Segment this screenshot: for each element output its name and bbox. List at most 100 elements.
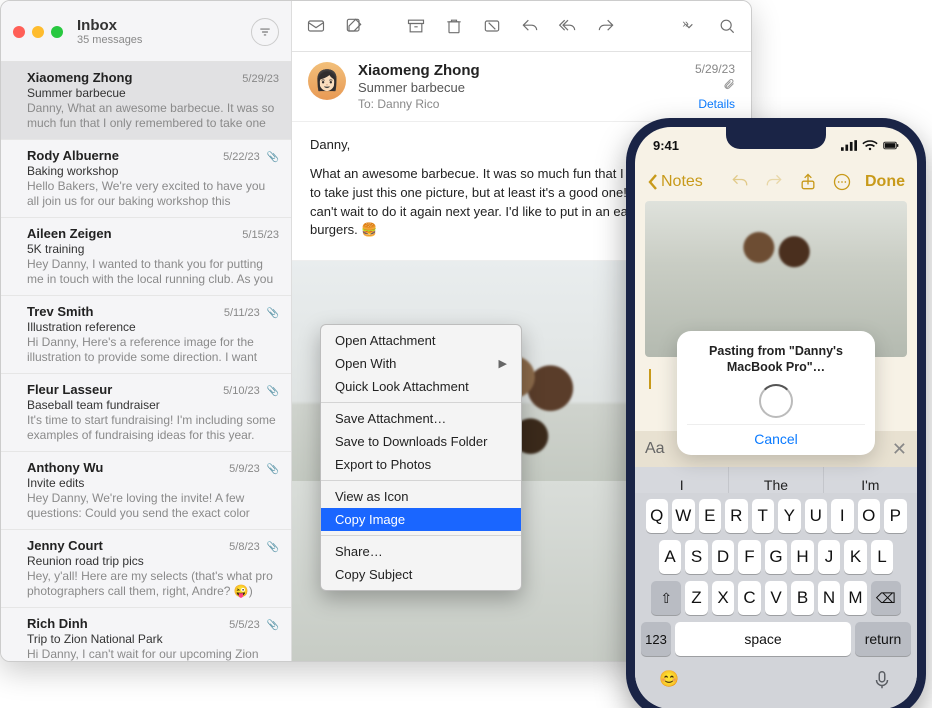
key-f[interactable]: F — [738, 540, 761, 574]
context-item[interactable]: Export to Photos — [321, 453, 521, 476]
message-list-sidebar: Inbox 35 messages Xiaomeng Zhong5/29/23S… — [1, 1, 292, 661]
key-delete[interactable]: ⌫ — [871, 581, 901, 615]
key-w[interactable]: W — [672, 499, 695, 533]
format-close-icon[interactable]: ✕ — [892, 439, 907, 460]
reply-icon[interactable] — [520, 16, 540, 36]
search-icon[interactable] — [717, 16, 737, 36]
message-row[interactable]: Aileen Zeigen5/15/235K trainingHey Danny… — [1, 218, 291, 296]
wifi-icon — [862, 140, 878, 151]
paste-title: Pasting from "Danny's MacBook Pro"… — [687, 343, 865, 376]
reply-all-icon[interactable] — [558, 16, 578, 36]
more-circle-icon[interactable] — [831, 171, 853, 193]
key-i[interactable]: I — [831, 499, 854, 533]
message-row[interactable]: Fleur Lasseur5/10/23 📎Baseball team fund… — [1, 374, 291, 452]
status-time: 9:41 — [653, 138, 679, 153]
filter-icon[interactable] — [251, 18, 279, 46]
envelope-icon[interactable] — [306, 16, 326, 36]
sidebar-header: Inbox 35 messages — [1, 1, 291, 62]
zoom-window-icon[interactable] — [51, 26, 63, 38]
context-item[interactable]: Open With▶ — [321, 352, 521, 375]
key-r[interactable]: R — [725, 499, 748, 533]
share-icon[interactable] — [797, 171, 819, 193]
context-item[interactable]: Copy Subject — [321, 563, 521, 586]
mailbox-subtitle: 35 messages — [77, 34, 251, 46]
dictation-icon[interactable] — [871, 669, 893, 691]
paste-dialog: Pasting from "Danny's MacBook Pro"… Canc… — [677, 331, 875, 455]
message-row[interactable]: Anthony Wu5/9/23 📎Invite editsHey Danny,… — [1, 452, 291, 530]
context-item[interactable]: Save to Downloads Folder — [321, 430, 521, 453]
key-123[interactable]: 123 — [641, 622, 671, 656]
forward-icon[interactable] — [596, 16, 616, 36]
message-row[interactable]: Trev Smith5/11/23 📎Illustration referenc… — [1, 296, 291, 374]
key-o[interactable]: O — [858, 499, 881, 533]
header-to: To: Danny Rico — [358, 97, 683, 111]
notes-toolbar: Notes Done — [635, 163, 917, 201]
key-a[interactable]: A — [659, 540, 682, 574]
mailbox-title: Inbox — [77, 18, 251, 35]
context-item[interactable]: Copy Image — [321, 508, 521, 531]
done-button[interactable]: Done — [865, 173, 905, 191]
key-m[interactable]: M — [844, 581, 867, 615]
header-date: 5/29/23 — [695, 62, 735, 76]
key-v[interactable]: V — [765, 581, 788, 615]
key-k[interactable]: K — [844, 540, 867, 574]
key-b[interactable]: B — [791, 581, 814, 615]
context-item[interactable]: Save Attachment… — [321, 407, 521, 430]
key-j[interactable]: J — [818, 540, 841, 574]
key-shift[interactable]: ⇧ — [651, 581, 681, 615]
context-item[interactable]: Quick Look Attachment — [321, 375, 521, 398]
context-item[interactable]: Share… — [321, 540, 521, 563]
archive-icon[interactable] — [406, 16, 426, 36]
redo-icon[interactable] — [763, 171, 785, 193]
key-p[interactable]: P — [884, 499, 907, 533]
window-controls[interactable] — [13, 26, 63, 38]
undo-icon[interactable] — [729, 171, 751, 193]
message-header: 👩🏻 Xiaomeng Zhong Summer barbecue To: Da… — [292, 52, 751, 122]
message-row[interactable]: Rich Dinh5/5/23 📎Trip to Zion National P… — [1, 608, 291, 661]
avatar: 👩🏻 — [308, 62, 346, 100]
key-return[interactable]: return — [855, 622, 911, 656]
keyboard[interactable]: QWERTYUIOP ASDFGHJKL ⇧ZXCVBNM⌫ 123 space… — [635, 493, 917, 708]
iphone-device: 9:41 Notes Done Pasting from "Danny's Ma… — [626, 118, 926, 708]
paste-cancel-button[interactable]: Cancel — [687, 424, 865, 447]
notch — [726, 127, 826, 149]
key-h[interactable]: H — [791, 540, 814, 574]
message-row[interactable]: Jenny Court5/8/23 📎Reunion road trip pic… — [1, 530, 291, 608]
junk-icon[interactable] — [482, 16, 502, 36]
key-x[interactable]: X — [712, 581, 735, 615]
context-item[interactable]: Open Attachment — [321, 329, 521, 352]
key-q[interactable]: Q — [646, 499, 669, 533]
key-l[interactable]: L — [871, 540, 894, 574]
svg-text:»: » — [682, 18, 689, 31]
key-n[interactable]: N — [818, 581, 841, 615]
close-window-icon[interactable] — [13, 26, 25, 38]
notes-back-button[interactable]: Notes — [647, 173, 703, 191]
mail-toolbar: » — [292, 1, 751, 52]
key-space[interactable]: space — [675, 622, 851, 656]
key-y[interactable]: Y — [778, 499, 801, 533]
key-s[interactable]: S — [685, 540, 708, 574]
key-e[interactable]: E — [699, 499, 722, 533]
key-g[interactable]: G — [765, 540, 788, 574]
header-sender: Xiaomeng Zhong — [358, 62, 683, 79]
details-link[interactable]: Details — [695, 97, 735, 111]
key-u[interactable]: U — [805, 499, 828, 533]
key-d[interactable]: D — [712, 540, 735, 574]
key-t[interactable]: T — [752, 499, 775, 533]
key-z[interactable]: Z — [685, 581, 708, 615]
message-list[interactable]: Xiaomeng Zhong5/29/23Summer barbecueDann… — [1, 62, 291, 661]
context-menu[interactable]: Open AttachmentOpen With▶Quick Look Atta… — [320, 324, 522, 591]
message-row[interactable]: Xiaomeng Zhong5/29/23Summer barbecueDann… — [1, 62, 291, 140]
context-item[interactable]: View as Icon — [321, 485, 521, 508]
more-icon[interactable]: » — [679, 16, 699, 36]
battery-icon — [883, 140, 899, 151]
emoji-key-icon[interactable]: 😊 — [659, 669, 679, 691]
header-subject: Summer barbecue — [358, 80, 683, 95]
key-c[interactable]: C — [738, 581, 761, 615]
trash-icon[interactable] — [444, 16, 464, 36]
format-aa[interactable]: Aa — [645, 440, 665, 458]
compose-icon[interactable] — [344, 16, 364, 36]
message-row[interactable]: Rody Albuerne5/22/23 📎Baking workshopHel… — [1, 140, 291, 218]
minimize-window-icon[interactable] — [32, 26, 44, 38]
chevron-left-icon — [647, 173, 659, 191]
